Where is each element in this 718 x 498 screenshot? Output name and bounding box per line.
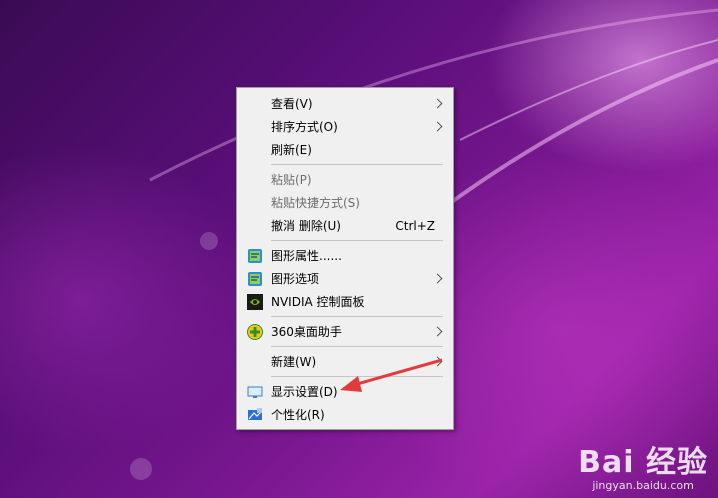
- annotation-arrow: [340, 358, 443, 392]
- watermark-url: jingyan.baidu.com: [592, 479, 694, 492]
- watermark-logo: Bai 经验: [578, 445, 708, 480]
- baidu-jingyan-watermark: Bai 经验 jingyan.baidu.com: [578, 437, 708, 492]
